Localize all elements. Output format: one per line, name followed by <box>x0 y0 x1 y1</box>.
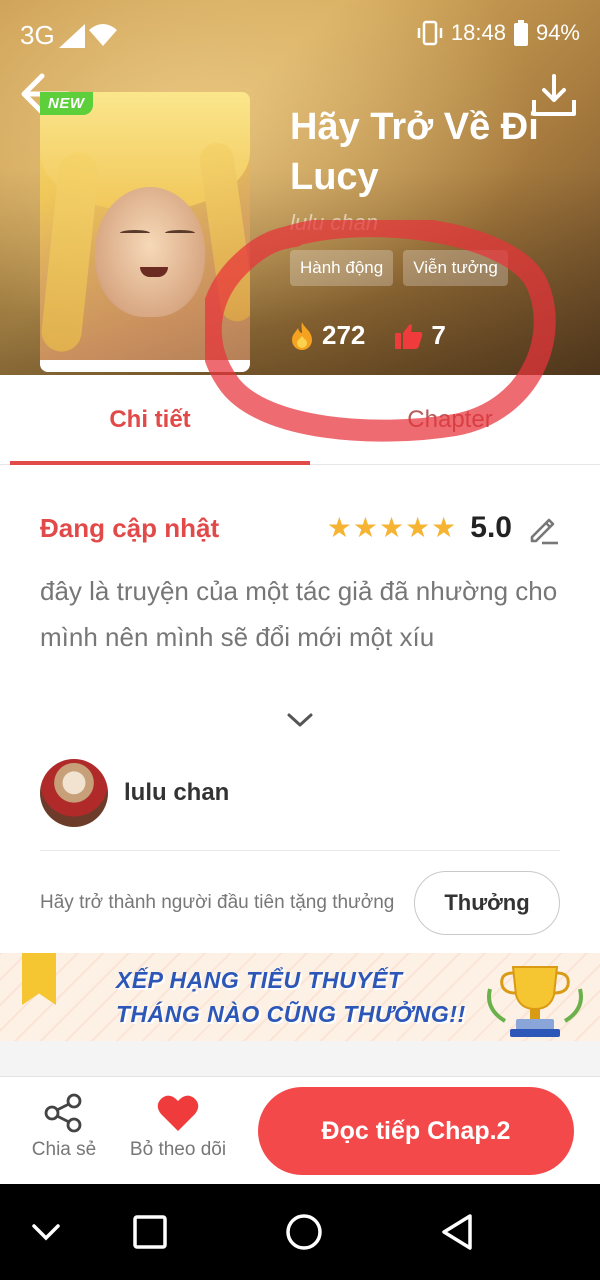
genre-tag[interactable]: Viễn tưởng <box>403 250 508 286</box>
download-button[interactable] <box>530 74 578 118</box>
wifi-icon <box>88 23 117 46</box>
status-bar: 3G 18:48 94% <box>0 0 600 68</box>
cover-art-face <box>95 187 205 317</box>
star-icon: ★ <box>352 512 378 543</box>
expand-description-button[interactable] <box>285 708 315 732</box>
divider <box>40 850 560 851</box>
share-button[interactable]: Chia sẻ <box>24 1093 104 1173</box>
star-icon: ★ <box>431 512 457 543</box>
bottom-action-bar: Chia sẻ Bỏ theo dõi Đọc tiếp Chap.2 <box>0 1077 600 1184</box>
genre-tag[interactable]: Hành động <box>290 250 394 286</box>
star-icon: ★ <box>378 512 405 543</box>
fire-icon <box>292 321 312 350</box>
story-header: 3G 18:48 94% NEW Hãy Trở Về Đi Lucy lulu… <box>0 0 600 375</box>
battery-icon <box>513 20 528 46</box>
square-icon <box>133 1215 167 1249</box>
author-name[interactable]: lulu chan <box>124 779 229 807</box>
story-description: đây là truyện của một tác giả đã nhường … <box>40 576 558 652</box>
active-tab-indicator <box>10 461 310 465</box>
signal-icon <box>58 23 85 48</box>
cover-art-hair-left <box>40 150 101 354</box>
continue-reading-button[interactable]: Đọc tiếp Chap.2 <box>258 1087 574 1175</box>
status-left: 3G <box>20 20 117 51</box>
unfollow-button[interactable]: Bỏ theo dõi <box>122 1093 234 1173</box>
story-cover <box>40 92 250 372</box>
clock: 18:48 <box>450 20 506 45</box>
share-icon <box>44 1093 82 1133</box>
nav-recents-button[interactable] <box>130 1212 170 1252</box>
pencil-icon[interactable] <box>526 511 560 545</box>
cover-art-eye-left <box>120 230 150 236</box>
story-stats: 272 7 <box>290 320 580 351</box>
chevron-down-icon <box>287 713 313 727</box>
rating-stars: ★ ★ ★ ★ ★ <box>327 514 457 542</box>
status-rating-row: Đang cập nhật ★ ★ ★ ★ ★ 5.0 <box>40 508 560 548</box>
update-status: Đang cập nhật <box>40 512 220 543</box>
star-icon: ★ <box>405 512 431 543</box>
star-icon: ★ <box>326 512 352 543</box>
nav-back-button[interactable] <box>438 1212 478 1252</box>
author-avatar[interactable] <box>40 759 108 827</box>
reward-prompt: Hãy trở thành người đầu tiên tặng thưởng <box>40 892 395 913</box>
battery-level: 94% <box>535 20 580 45</box>
new-badge: NEW <box>40 92 93 115</box>
heart-icon <box>157 1095 199 1131</box>
banner-line-2: THÁNG NÀO CŨNG THƯỞNG!! <box>116 1001 466 1027</box>
reward-button[interactable]: Thưởng <box>414 871 560 935</box>
unfollow-label: Bỏ theo dõi <box>129 1139 227 1160</box>
network-type: 3G <box>20 20 55 50</box>
share-label: Chia sẻ <box>31 1139 97 1160</box>
views-stat: 272 <box>290 320 365 351</box>
download-icon <box>532 74 576 116</box>
tab-details[interactable]: Chi tiết <box>0 375 300 465</box>
story-author[interactable]: lulu chan <box>290 210 580 236</box>
author-row[interactable]: lulu chan <box>40 758 560 828</box>
bookmark-ribbon-icon <box>22 953 56 1005</box>
banner-line-1: XẾP HẠNG TIỂU THUYẾT <box>116 967 403 993</box>
triangle-back-icon <box>442 1214 472 1250</box>
trophy-icon <box>487 966 583 1037</box>
rating-value: 5.0 <box>470 511 512 544</box>
genre-tags: Hành động Viễn tưởng <box>290 250 580 286</box>
section-spacer <box>0 1041 600 1077</box>
nav-home-button[interactable] <box>284 1212 324 1252</box>
reward-row: Hãy trở thành người đầu tiên tặng thưởng… <box>40 870 560 936</box>
circle-icon <box>286 1214 322 1250</box>
ranking-banner[interactable]: XẾP HẠNG TIỂU THUYẾT THÁNG NÀO CŨNG THƯỞ… <box>0 953 600 1041</box>
chevron-down-icon <box>32 1224 60 1241</box>
thumbs-up-icon <box>395 323 423 349</box>
title-block: Hãy Trở Về Đi Lucy lulu chan Hành động V… <box>290 102 580 351</box>
likes-count: 7 <box>431 320 446 350</box>
vibrate-icon <box>417 20 443 46</box>
tab-bar: Chi tiết Chapter <box>0 375 600 465</box>
status-right: 18:48 94% <box>417 20 580 46</box>
nav-collapse-button[interactable] <box>26 1212 66 1252</box>
tab-chapters[interactable]: Chapter <box>300 375 600 465</box>
system-navigation-bar <box>0 1184 600 1280</box>
likes-stat: 7 <box>395 320 446 351</box>
cover-art-eye-right <box>165 230 195 236</box>
views-count: 272 <box>322 320 366 350</box>
rating: ★ ★ ★ ★ ★ 5.0 <box>327 511 560 545</box>
